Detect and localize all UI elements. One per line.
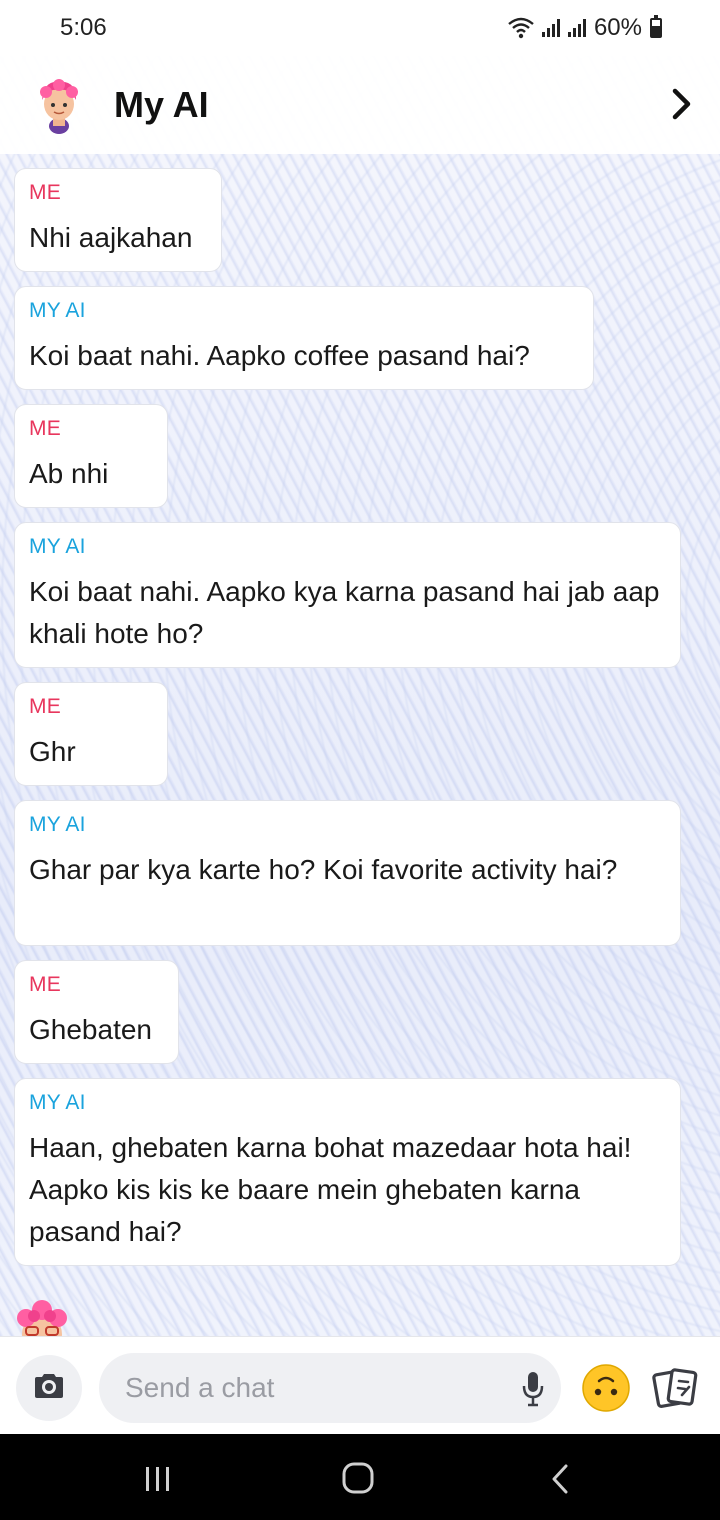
status-bar: 5:06 60% — [0, 0, 720, 56]
message-text: Koi baat nahi. Aapko coffee pasand hai? — [29, 340, 530, 371]
nav-recent-icon[interactable] — [143, 1466, 173, 1492]
system-nav-bar — [0, 1434, 720, 1520]
sender-label: ME — [29, 181, 61, 204]
message-bubble-me[interactable]: ME Nhi aajkahan — [14, 168, 222, 272]
message-text: Haan, ghebaten karna bohat mazedaar hota… — [29, 1132, 632, 1247]
nav-back-icon[interactable] — [550, 1464, 570, 1494]
message-bubble-ai[interactable]: MY AI Ghar par kya karte ho? Koi favorit… — [14, 800, 681, 946]
sender-label: ME — [29, 417, 61, 440]
message-text: Ghr — [29, 736, 76, 767]
message-bubble-ai[interactable]: MY AI Koi baat nahi. Aapko kya karna pas… — [14, 522, 681, 668]
sender-label: MY AI — [29, 813, 86, 836]
battery-percent: 60% — [593, 14, 642, 41]
cards-icon[interactable] — [652, 1367, 700, 1409]
signal-icon — [541, 19, 560, 37]
chat-thread[interactable]: ME Nhi aajkahan MY AI Koi baat nahi. Aap… — [0, 154, 720, 1336]
nav-home-icon[interactable] — [342, 1462, 374, 1494]
chat-input[interactable] — [99, 1353, 561, 1423]
page-title: My AI — [114, 84, 209, 125]
signal-icon-2 — [567, 19, 586, 37]
chevron-right-icon[interactable] — [668, 86, 696, 122]
message-text: Ghar par kya karte ho? Koi favorite acti… — [29, 854, 618, 885]
camera-icon — [32, 1372, 66, 1405]
battery-icon — [650, 15, 662, 38]
chat-composer — [0, 1336, 720, 1435]
wifi-icon — [508, 17, 534, 39]
message-bubble-ai[interactable]: MY AI Haan, ghebaten karna bohat mazedaa… — [14, 1078, 681, 1266]
sender-label: MY AI — [29, 535, 86, 558]
avatar-icon[interactable] — [36, 78, 82, 134]
chat-header: My AI — [0, 56, 720, 154]
message-text: Ab nhi — [29, 458, 109, 489]
ai-typing-avatar-icon — [12, 1300, 72, 1336]
status-time: 5:06 — [60, 14, 107, 41]
sender-label: ME — [29, 973, 61, 996]
emoji-icon[interactable] — [581, 1363, 631, 1413]
sender-label: MY AI — [29, 299, 86, 322]
message-bubble-ai[interactable]: MY AI Koi baat nahi. Aapko coffee pasand… — [14, 286, 594, 390]
message-text: Koi baat nahi. Aapko kya karna pasand ha… — [29, 576, 660, 649]
sender-label: MY AI — [29, 1091, 86, 1114]
message-bubble-me[interactable]: ME Ghr — [14, 682, 168, 786]
message-bubble-me[interactable]: ME Ab nhi — [14, 404, 168, 508]
message-bubble-me[interactable]: ME Ghebaten — [14, 960, 179, 1064]
sender-label: ME — [29, 695, 61, 718]
mic-icon[interactable] — [522, 1371, 544, 1407]
message-text: Nhi aajkahan — [29, 222, 193, 253]
message-text: Ghebaten — [29, 1014, 152, 1045]
status-icons: 60% — [508, 14, 662, 42]
camera-button[interactable] — [16, 1355, 82, 1421]
